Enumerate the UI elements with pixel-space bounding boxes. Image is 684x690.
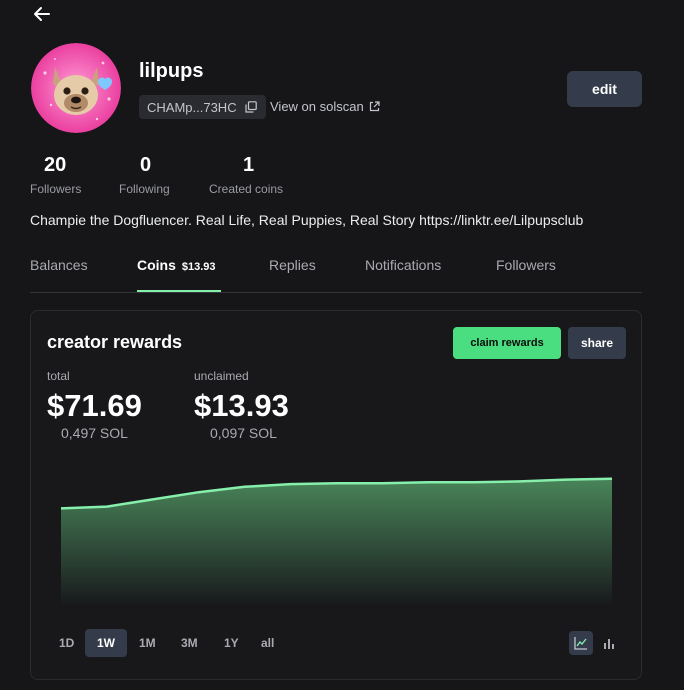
tab-coins[interactable]: Coins $13.93 (137, 257, 216, 273)
following-label: Following (119, 182, 170, 196)
unclaimed-label: unclaimed (194, 369, 249, 383)
solscan-label: View on solscan (270, 99, 364, 114)
created-coins-count: 1 (243, 154, 255, 176)
line-chart-toggle[interactable] (569, 631, 593, 655)
bar-chart-icon (604, 639, 614, 649)
address-chip[interactable]: CHAMp...73HC (139, 95, 266, 119)
unclaimed-value: $13.93 (194, 388, 289, 423)
view-on-solscan-link[interactable]: View on solscan (270, 99, 380, 114)
stat-following[interactable]: 0 Following (119, 155, 170, 196)
tabs-divider (30, 292, 642, 293)
external-link-icon (369, 101, 380, 112)
rewards-area-fill (61, 478, 612, 606)
edit-button[interactable]: edit (567, 71, 642, 107)
rewards-title: creator rewards (47, 332, 183, 352)
stat-created-coins[interactable]: 1 Created coins (209, 155, 283, 196)
wallet-address: CHAMp...73HC (147, 99, 237, 115)
claim-rewards-button[interactable]: claim rewards (453, 327, 561, 359)
rewards-area-chart (60, 477, 613, 606)
unclaimed-sol: 0,097 SOL (210, 425, 277, 441)
range-1y-button[interactable]: 1Y (212, 629, 251, 657)
bar-chart-toggle[interactable] (597, 631, 621, 655)
back-button[interactable] (30, 2, 54, 26)
line-chart-icon (574, 637, 587, 650)
share-button[interactable]: share (568, 327, 626, 359)
stat-followers[interactable]: 20 Followers (30, 155, 81, 196)
total-value: $71.69 (47, 388, 142, 423)
total-rewards: total $71.69 0,497 SOL (47, 369, 142, 441)
tab-coins-label: Coins (137, 257, 176, 273)
unclaimed-rewards: unclaimed $13.93 0,097 SOL (194, 369, 289, 441)
range-1d-button[interactable]: 1D (47, 629, 86, 657)
tab-notifications[interactable]: Notifications (365, 257, 441, 273)
arrow-left-icon (34, 7, 50, 21)
tab-replies[interactable]: Replies (269, 257, 316, 273)
following-count: 0 (140, 154, 152, 176)
avatar (31, 43, 121, 133)
range-all-button[interactable]: all (249, 629, 286, 657)
range-1w-button[interactable]: 1W (85, 629, 127, 657)
total-label: total (47, 369, 70, 383)
tab-coins-badge: $13.93 (181, 261, 216, 273)
total-sol: 0,497 SOL (61, 425, 128, 441)
tab-followers[interactable]: Followers (496, 257, 556, 273)
profile-bio: Champie the Dogfluencer. Real Life, Real… (30, 212, 584, 228)
range-1m-button[interactable]: 1M (127, 629, 168, 657)
username: lilpups (139, 60, 204, 82)
created-coins-label: Created coins (209, 182, 284, 196)
creator-rewards-panel: creator rewards claim rewards share tota… (30, 310, 642, 680)
range-3m-button[interactable]: 3M (169, 629, 210, 657)
copy-icon[interactable] (244, 101, 257, 113)
followers-count: 20 (44, 154, 67, 176)
followers-label: Followers (30, 182, 82, 196)
tab-balances[interactable]: Balances (30, 257, 88, 273)
